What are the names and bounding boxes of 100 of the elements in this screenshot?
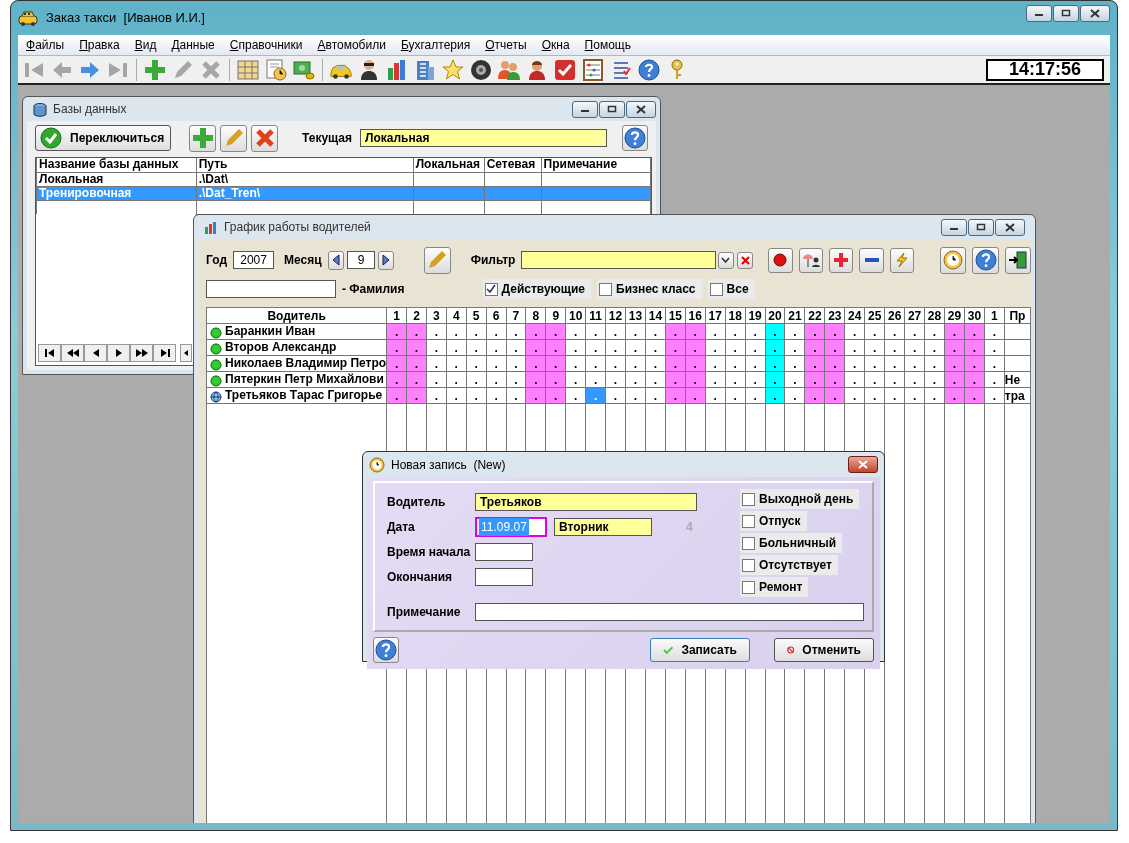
day-cell[interactable]: . — [864, 371, 885, 388]
menu-item[interactable]: Автомобили — [317, 36, 386, 54]
day-cell[interactable]: . — [625, 355, 646, 372]
help-button[interactable] — [972, 246, 999, 274]
checkbox[interactable] — [709, 282, 723, 296]
maximize-button[interactable] — [599, 100, 625, 118]
day-cell[interactable]: . — [486, 387, 506, 404]
day-cell[interactable]: . — [924, 323, 945, 340]
day-cell[interactable]: . — [486, 371, 506, 388]
day-cell[interactable]: . — [725, 371, 746, 388]
day-cell[interactable]: . — [864, 339, 885, 356]
menu-item[interactable]: Правка — [79, 36, 120, 54]
year-field[interactable]: 2007 — [233, 251, 275, 269]
plus-icon[interactable] — [143, 57, 167, 82]
day-cell[interactable]: . — [645, 355, 666, 372]
day-cell[interactable]: . — [585, 371, 606, 388]
record-button[interactable] — [768, 247, 793, 273]
day-cell[interactable]: . — [506, 371, 526, 388]
day-cell[interactable]: . — [486, 355, 506, 372]
day-cell[interactable]: . — [904, 371, 925, 388]
day-cell[interactable]: . — [745, 371, 766, 388]
day-cell[interactable]: . — [446, 387, 467, 404]
day-cell[interactable]: . — [625, 371, 646, 388]
checkbox[interactable] — [742, 514, 755, 528]
check-icon[interactable] — [553, 57, 577, 82]
day-cell[interactable]: . — [844, 387, 865, 404]
day-cell[interactable]: . — [486, 323, 506, 340]
clock-button[interactable] — [940, 246, 967, 274]
help-button[interactable] — [373, 637, 399, 663]
day-cell[interactable]: . — [506, 339, 526, 356]
day-cell[interactable]: . — [984, 339, 1005, 356]
remove-button[interactable] — [859, 247, 884, 273]
day-cell[interactable]: . — [426, 387, 447, 404]
day-cell[interactable]: . — [745, 387, 766, 404]
weekday-field[interactable]: Вторник — [554, 517, 652, 536]
menu-item[interactable]: Окна — [541, 36, 570, 54]
checkbox[interactable] — [742, 492, 755, 506]
day-cell[interactable]: . — [466, 387, 487, 404]
document-clock-icon[interactable] — [264, 57, 288, 82]
day-cell[interactable]: . — [705, 355, 726, 372]
day-cell[interactable]: . — [884, 371, 905, 388]
delete-button[interactable] — [251, 124, 278, 152]
day-cell[interactable]: . — [884, 387, 905, 404]
minimize-button[interactable] — [1026, 4, 1052, 22]
day-cell[interactable]: . — [904, 339, 925, 356]
day-cell[interactable]: . — [605, 323, 626, 340]
day-cell[interactable]: . — [605, 387, 626, 404]
day-cell[interactable]: . — [426, 323, 447, 340]
day-cell[interactable]: . — [645, 323, 666, 340]
previous-month-button[interactable] — [327, 250, 345, 270]
lightning-button[interactable] — [889, 247, 915, 273]
day-cell[interactable]: . — [924, 371, 945, 388]
day-cell[interactable]: . — [984, 371, 1005, 388]
surname-field[interactable] — [206, 280, 336, 298]
day-cell[interactable]: . — [605, 339, 626, 356]
day-cell[interactable]: . — [984, 387, 1005, 404]
edit-button[interactable] — [424, 246, 451, 274]
day-cell[interactable]: . — [864, 387, 885, 404]
switch-button[interactable]: Переключиться — [35, 125, 171, 151]
save-button[interactable]: Записать — [650, 638, 750, 662]
menu-item[interactable]: Бухгалтерия — [400, 36, 471, 54]
day-cell[interactable]: . — [506, 387, 526, 404]
day-cell[interactable]: . — [864, 323, 885, 340]
day-cell[interactable]: . — [705, 371, 726, 388]
day-cell[interactable]: . — [446, 339, 467, 356]
filter-field[interactable] — [521, 251, 717, 269]
scroll-left-button[interactable] — [180, 344, 192, 362]
day-cell[interactable]: . — [884, 339, 905, 356]
start-time-field[interactable] — [475, 542, 533, 561]
day-cell[interactable]: . — [605, 371, 626, 388]
driver-field[interactable]: Третьяков — [475, 492, 697, 511]
day-cell[interactable]: . — [984, 355, 1005, 372]
table-icon[interactable] — [236, 57, 260, 82]
close-button[interactable] — [626, 100, 656, 118]
end-time-field[interactable] — [475, 567, 533, 586]
add-button[interactable] — [189, 124, 216, 152]
day-cell[interactable]: . — [645, 387, 666, 404]
close-button[interactable] — [848, 456, 878, 473]
day-cell[interactable]: . — [585, 323, 606, 340]
skip-first-icon[interactable] — [38, 344, 61, 362]
day-cell[interactable]: . — [745, 323, 766, 340]
day-cell[interactable]: . — [904, 387, 925, 404]
menu-item[interactable]: Файлы — [26, 36, 65, 54]
day-cell[interactable]: . — [984, 323, 1005, 340]
close-button[interactable] — [1080, 4, 1110, 22]
day-cell[interactable]: . — [565, 387, 586, 404]
menu-item[interactable]: Отчеты — [485, 36, 527, 54]
checkbox[interactable] — [742, 580, 755, 594]
day-cell[interactable]: . — [565, 323, 586, 340]
day-cell[interactable]: . — [585, 355, 606, 372]
day-cell[interactable]: . — [645, 371, 666, 388]
minimize-button[interactable] — [941, 218, 967, 236]
menu-item[interactable]: Помощь — [584, 36, 631, 54]
day-cell[interactable]: . — [506, 323, 526, 340]
close-button[interactable] — [995, 218, 1025, 236]
day-cell[interactable]: . — [446, 323, 467, 340]
day-cell[interactable]: . — [785, 339, 805, 356]
rewind-icon[interactable] — [61, 344, 84, 362]
day-cell[interactable]: . — [625, 339, 646, 356]
day-cell[interactable]: . — [605, 355, 626, 372]
